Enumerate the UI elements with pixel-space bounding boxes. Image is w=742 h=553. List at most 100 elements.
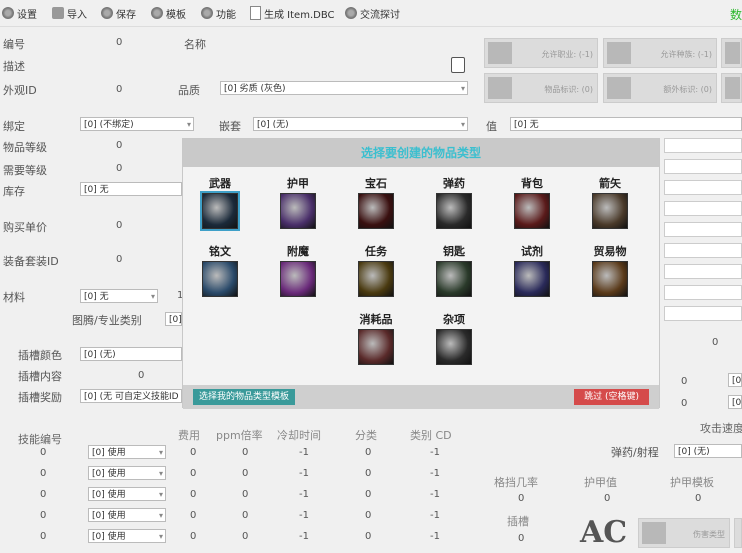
- spell-ppm-value[interactable]: 0: [242, 510, 248, 521]
- spell-cost-value[interactable]: 0: [190, 489, 196, 500]
- item-type-consumable[interactable]: 消耗品: [351, 313, 401, 365]
- spell-id-value[interactable]: 0: [40, 447, 46, 458]
- damage-type-button[interactable]: 伤害类型: [638, 518, 730, 548]
- spell-ppm-value[interactable]: 0: [242, 531, 248, 542]
- clipboard-icon[interactable]: [451, 57, 465, 73]
- stat-input-5[interactable]: [664, 222, 742, 237]
- allowed-race-button[interactable]: 允许种族: (-1): [603, 38, 717, 68]
- spell-trigger-select[interactable]: [0] 使用 ▾: [88, 529, 166, 543]
- spell-trigger-select[interactable]: [0] 使用 ▾: [88, 466, 166, 480]
- spell-cooldown-value[interactable]: -1: [299, 510, 309, 521]
- display-id-value[interactable]: 0: [116, 84, 122, 95]
- spell-category-value[interactable]: 0: [365, 510, 371, 521]
- socket-type-select[interactable]: [0] (无) ▾: [253, 117, 468, 131]
- bind-select[interactable]: [0] (不绑定) ▾: [80, 117, 194, 131]
- spell-cooldown-value[interactable]: -1: [299, 468, 309, 479]
- item-flags-button[interactable]: 物品标识: (0): [484, 73, 598, 103]
- stat-input-8[interactable]: [664, 285, 742, 300]
- item-type-trade-goods[interactable]: 贸易物: [585, 245, 635, 297]
- item-type-ammo[interactable]: 弹药: [429, 177, 479, 229]
- item-type-key[interactable]: 钥匙: [429, 245, 479, 297]
- import-button[interactable]: 导入: [52, 6, 87, 21]
- spell-cost-value[interactable]: 0: [190, 531, 196, 542]
- spell-category-value[interactable]: 0: [365, 531, 371, 542]
- function-button[interactable]: 功能: [201, 6, 236, 21]
- spell-cooldown-value[interactable]: -1: [299, 531, 309, 542]
- template-button[interactable]: 模板: [151, 6, 186, 21]
- totem-category-select[interactable]: [0]: [165, 312, 182, 326]
- item-type-bag[interactable]: 背包: [507, 177, 557, 229]
- item-type-misc[interactable]: 杂项: [429, 313, 479, 365]
- item-type-enchant[interactable]: 附魔: [273, 245, 323, 297]
- socket-bonus-select[interactable]: [0] (无 可自定义技能ID: [80, 389, 182, 403]
- extra-button-3[interactable]: [734, 518, 742, 548]
- spell-id-value[interactable]: 0: [40, 531, 46, 542]
- block-value[interactable]: 0: [518, 493, 524, 504]
- armor-value[interactable]: 0: [604, 493, 610, 504]
- required-level-value[interactable]: 0: [116, 163, 122, 174]
- spell-cost-value[interactable]: 0: [190, 510, 196, 521]
- armor-template-value[interactable]: 0: [695, 493, 701, 504]
- spell-cooldown-value[interactable]: -1: [299, 447, 309, 458]
- spell-category-value[interactable]: 0: [365, 489, 371, 500]
- item-set-value[interactable]: 0: [116, 254, 122, 265]
- save-button[interactable]: 保存: [101, 6, 136, 21]
- right-select-b[interactable]: [0: [728, 395, 742, 409]
- spell-id-value[interactable]: 0: [40, 468, 46, 479]
- spell-category-cd-value[interactable]: -1: [430, 468, 440, 479]
- item-type-weapon[interactable]: 武器: [195, 177, 245, 231]
- extra-button-1[interactable]: [721, 38, 742, 68]
- material-select[interactable]: [0] 无 ▾: [80, 289, 158, 303]
- extra-flags-button[interactable]: 额外标识: (0): [603, 73, 717, 103]
- stat-input-3[interactable]: [664, 180, 742, 195]
- socket-content-value[interactable]: 0: [138, 370, 144, 381]
- spell-ppm-value[interactable]: 0: [242, 447, 248, 458]
- spell-cost-value[interactable]: 0: [190, 447, 196, 458]
- spell-category-cd-value[interactable]: -1: [430, 447, 440, 458]
- spell-id-value[interactable]: 0: [40, 510, 46, 521]
- ammo-select[interactable]: [0] (无): [674, 444, 742, 458]
- skip-button[interactable]: 跳过 (空格键): [574, 389, 649, 405]
- id-value[interactable]: 0: [116, 37, 122, 48]
- stat-input-9[interactable]: [664, 306, 742, 321]
- spell-category-cd-value[interactable]: -1: [430, 510, 440, 521]
- socket-value[interactable]: 0: [518, 533, 524, 544]
- spell-trigger-select[interactable]: [0] 使用 ▾: [88, 487, 166, 501]
- right-select-a[interactable]: [0: [728, 373, 742, 387]
- stat-input-7[interactable]: [664, 264, 742, 279]
- item-type-arrow[interactable]: 箭矢: [585, 177, 635, 229]
- spell-id-value[interactable]: 0: [40, 489, 46, 500]
- item-type-glyph[interactable]: 铭文: [195, 245, 245, 297]
- socket-label: 插槽: [507, 515, 529, 528]
- item-type-armor[interactable]: 护甲: [273, 177, 323, 229]
- stat-input-2[interactable]: [664, 159, 742, 174]
- settings-button[interactable]: 设置: [2, 6, 37, 21]
- item-type-quest[interactable]: 任务: [351, 245, 401, 297]
- stat-input-6[interactable]: [664, 243, 742, 258]
- spell-trigger-select[interactable]: [0] 使用 ▾: [88, 508, 166, 522]
- stat-input-4[interactable]: [664, 201, 742, 216]
- stat-input-1[interactable]: [664, 138, 742, 153]
- discuss-button[interactable]: 交流探讨: [345, 6, 400, 21]
- spell-category-value[interactable]: 0: [365, 468, 371, 479]
- spell-cost-value[interactable]: 0: [190, 468, 196, 479]
- spell-cooldown-value[interactable]: -1: [299, 489, 309, 500]
- spell-category-cd-value[interactable]: -1: [430, 489, 440, 500]
- item-type-gem[interactable]: 宝石: [351, 177, 401, 229]
- socket-color-select[interactable]: [0] (无): [80, 347, 182, 361]
- spell-ppm-value[interactable]: 0: [242, 489, 248, 500]
- quality-select[interactable]: [0] 劣质 (灰色) ▾: [220, 81, 468, 95]
- item-level-value[interactable]: 0: [116, 140, 122, 151]
- spell-trigger-select[interactable]: [0] 使用 ▾: [88, 445, 166, 459]
- my-template-button[interactable]: 选择我的物品类型模板: [193, 389, 296, 405]
- allowed-class-button[interactable]: 允许职业: (-1): [484, 38, 598, 68]
- spell-category-cd-value[interactable]: -1: [430, 531, 440, 542]
- spell-category-value[interactable]: 0: [365, 447, 371, 458]
- value-select[interactable]: [0] 无: [510, 117, 742, 131]
- buy-price-value[interactable]: 0: [116, 220, 122, 231]
- generate-dbc-button[interactable]: 生成 Item.DBC: [250, 6, 335, 21]
- item-type-reagent[interactable]: 试剂: [507, 245, 557, 297]
- stock-select[interactable]: [0] 无: [80, 182, 182, 196]
- spell-ppm-value[interactable]: 0: [242, 468, 248, 479]
- extra-button-2[interactable]: [721, 73, 742, 103]
